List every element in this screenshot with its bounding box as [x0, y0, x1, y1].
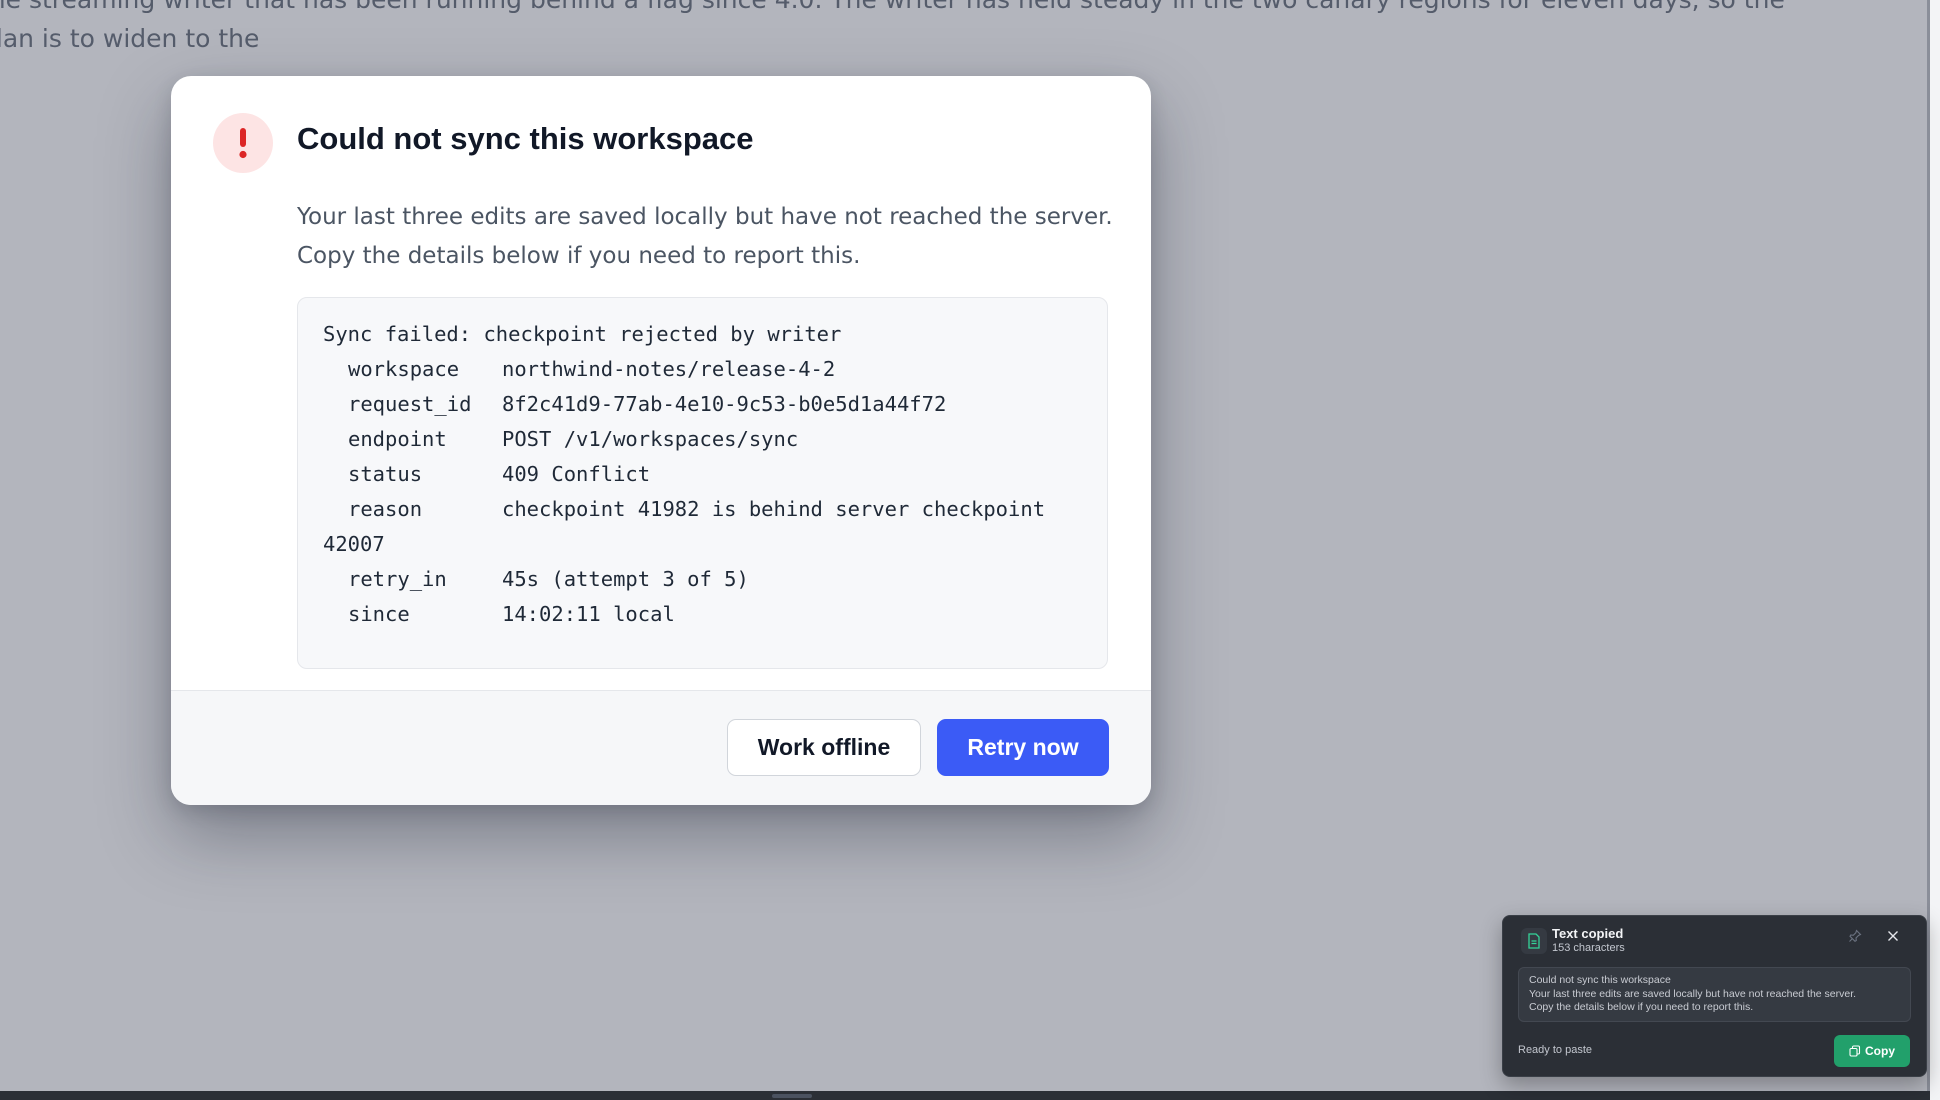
- detail-value: 409 Conflict: [502, 462, 651, 486]
- dialog-description-line: Copy the details below if you need to re…: [297, 243, 861, 269]
- bottom-bar: [0, 1091, 1930, 1100]
- clipboard-preview: Could not sync this workspace Your last …: [1518, 967, 1911, 1022]
- dialog-description-line: Your last three edits are saved locally …: [297, 204, 1113, 230]
- detail-value: 45s (attempt 3 of 5): [502, 567, 749, 591]
- pin-icon[interactable]: [1845, 926, 1865, 946]
- preview-line: Copy the details below if you need to re…: [1529, 1001, 1754, 1013]
- preview-line: Could not sync this workspace: [1529, 974, 1671, 986]
- detail-key: since: [348, 602, 410, 626]
- detail-key: workspace: [348, 357, 460, 381]
- work-offline-button[interactable]: Work offline: [727, 719, 921, 776]
- toast-status: Ready to paste: [1518, 1044, 1592, 1056]
- detail-value: 14:02:11 local: [502, 602, 675, 626]
- clipboard-toast: Text copied 153 characters Could not syn…: [1502, 915, 1927, 1077]
- detail-key: request_id: [348, 392, 472, 416]
- document-icon: [1521, 928, 1547, 954]
- dialog-title: Could not sync this workspace: [297, 121, 754, 156]
- error-headline: Sync failed: checkpoint rejected by writ…: [323, 322, 842, 346]
- sync-error-dialog: Could not sync this workspace Your last …: [171, 76, 1151, 805]
- detail-value: northwind-notes/release-4-2: [502, 357, 836, 381]
- copy-button-label: Copy: [1865, 1044, 1895, 1058]
- close-icon[interactable]: [1883, 926, 1903, 946]
- toast-copy-button[interactable]: Copy: [1834, 1035, 1910, 1067]
- scrollbar-track[interactable]: [1930, 0, 1940, 1100]
- detail-value: POST /v1/workspaces/sync: [502, 427, 799, 451]
- error-details-block[interactable]: Sync failed: checkpoint rejected by writ…: [297, 297, 1108, 669]
- exclamation-icon: [213, 113, 273, 173]
- dialog-description: Your last three edits are saved locally …: [297, 198, 1113, 276]
- retry-now-button[interactable]: Retry now: [937, 719, 1109, 776]
- detail-value: checkpoint 41982 is behind server checkp…: [502, 497, 1046, 521]
- preview-line: Your last three edits are saved locally …: [1529, 987, 1857, 1000]
- bottom-bar-handle[interactable]: [772, 1094, 812, 1098]
- detail-value: 8f2c41d9-77ab-4e10-9c53-b0e5d1a44f72: [502, 392, 947, 416]
- copy-icon: [1849, 1045, 1861, 1057]
- toast-title: Text copied: [1552, 926, 1624, 941]
- detail-key: retry_in: [348, 567, 447, 591]
- detail-key: status: [348, 462, 423, 486]
- toast-character-count: 153 characters: [1552, 942, 1625, 954]
- detail-key: reason: [348, 497, 423, 521]
- detail-key: endpoint: [348, 427, 447, 451]
- dialog-footer: Work offline Retry now: [171, 690, 1151, 805]
- detail-reason-continued: 42007: [323, 532, 385, 556]
